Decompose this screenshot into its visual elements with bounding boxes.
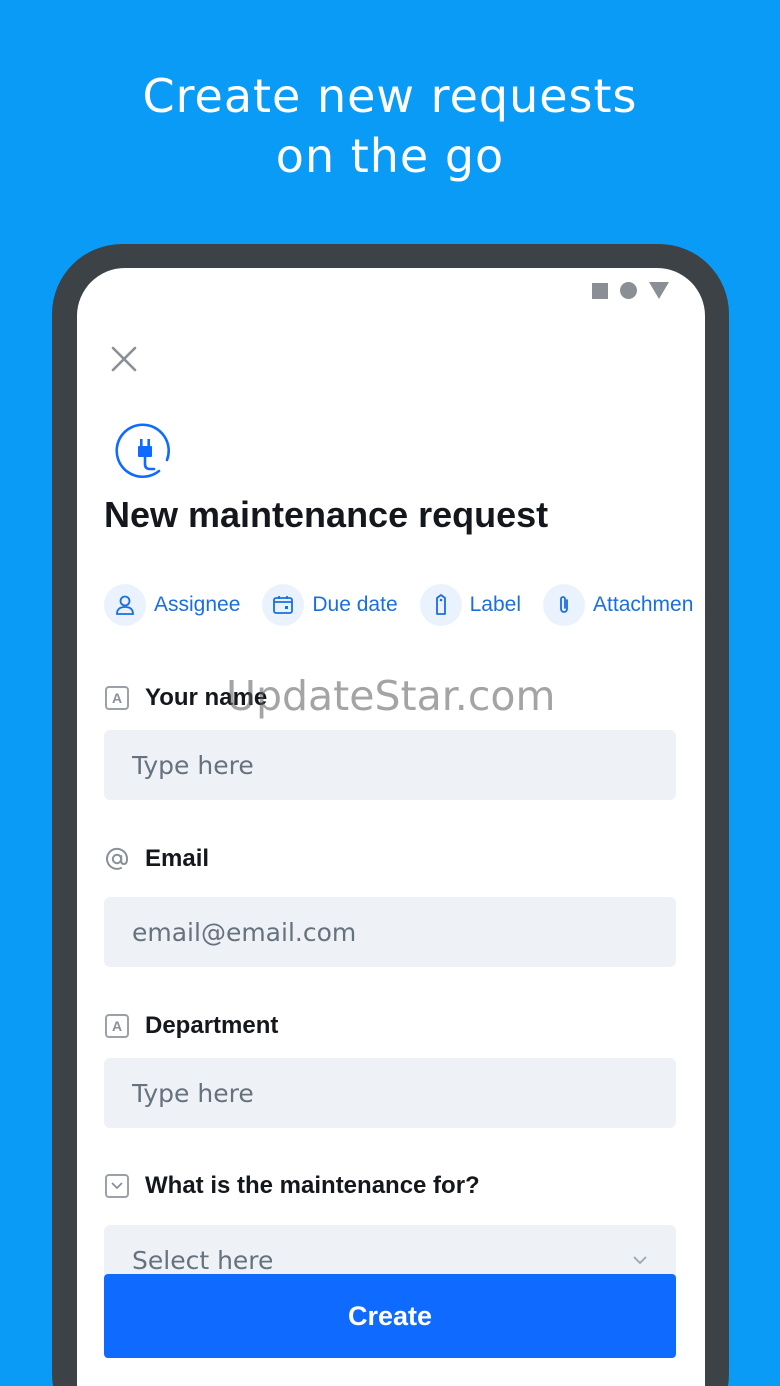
select-placeholder: Select here: [132, 1245, 274, 1275]
square-icon: [592, 282, 608, 299]
email-label: Email: [104, 845, 209, 873]
your-name-input[interactable]: [104, 730, 676, 800]
headline-line-1: Create new requests: [142, 69, 638, 123]
phone-screen: New maintenance request Assignee Due dat…: [77, 268, 705, 1386]
headline: Create new requests on the go: [0, 66, 780, 186]
maintenance-for-label: What is the maintenance for?: [104, 1172, 480, 1200]
close-icon[interactable]: [109, 344, 139, 374]
dropdown-field-icon: [104, 1173, 130, 1199]
person-icon: [104, 584, 146, 626]
text-field-icon: A: [104, 1013, 130, 1039]
department-input[interactable]: [104, 1058, 676, 1128]
your-name-label-text: Your name: [145, 684, 268, 711]
paperclip-icon: [543, 584, 586, 626]
label-chip[interactable]: Label: [419, 584, 522, 626]
your-name-label: A Your name: [104, 684, 267, 712]
maintenance-for-label-text: What is the maintenance for?: [145, 1172, 480, 1199]
due-date-chip-label: Due date: [312, 593, 398, 616]
calendar-icon: [262, 584, 305, 626]
chevron-down-icon: [633, 1256, 647, 1265]
attachment-chip[interactable]: Attachmen: [543, 584, 693, 626]
email-field[interactable]: [104, 897, 676, 967]
headline-line-2: on the go: [275, 129, 505, 183]
department-label: A Department: [104, 1012, 278, 1040]
text-field-icon: A: [104, 685, 130, 711]
triangle-icon: [649, 282, 669, 299]
tag-icon: [419, 584, 462, 626]
at-sign-icon: [104, 846, 130, 872]
department-label-text: Department: [145, 1012, 279, 1039]
label-chip-label: Label: [469, 593, 522, 616]
assignee-chip[interactable]: Assignee: [104, 584, 240, 626]
email-label-text: Email: [145, 845, 210, 872]
plug-icon: [115, 423, 170, 479]
circle-icon: [620, 282, 637, 299]
due-date-chip[interactable]: Due date: [262, 584, 398, 626]
status-bar: [592, 282, 669, 299]
page-title: New maintenance request: [104, 494, 549, 535]
create-button[interactable]: Create: [104, 1274, 676, 1358]
chip-bar: Assignee Due date Label Attachmen: [104, 584, 693, 626]
attachment-chip-label: Attachmen: [593, 593, 694, 616]
assignee-chip-label: Assignee: [154, 593, 241, 616]
